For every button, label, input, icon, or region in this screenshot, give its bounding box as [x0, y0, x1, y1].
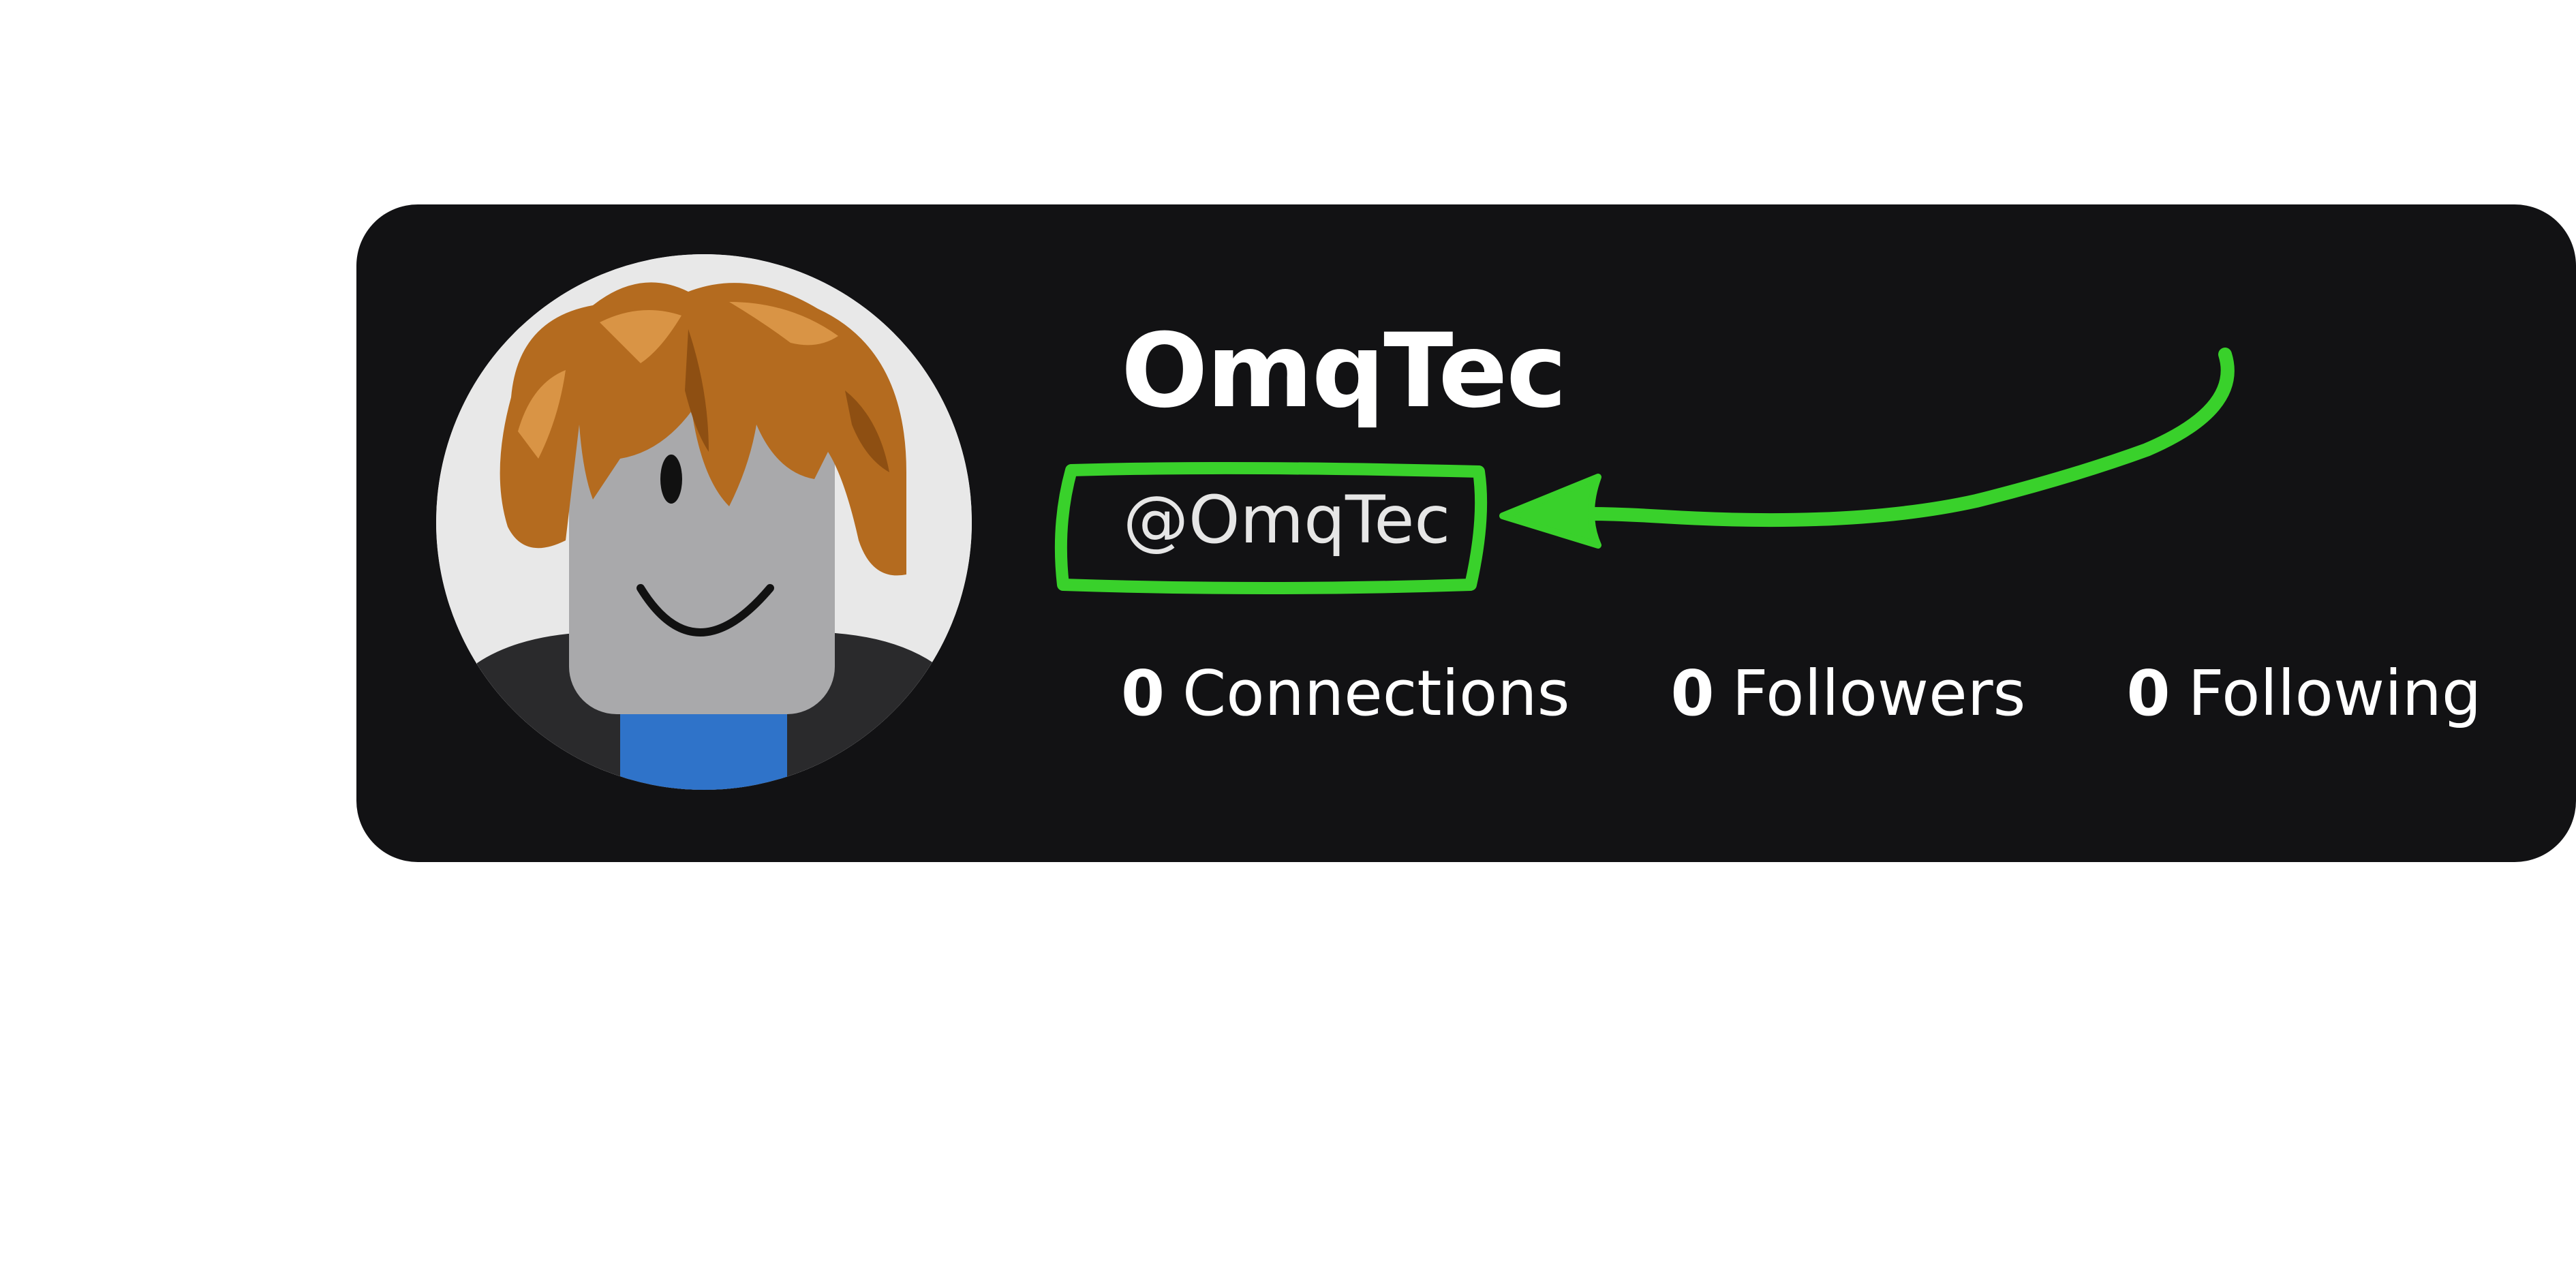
following-label: Following [2188, 656, 2482, 730]
connections-count: 0 [1121, 656, 1165, 730]
display-name: OmqTec [1121, 312, 1567, 431]
connections-label: Connections [1182, 656, 1570, 730]
followers-label: Followers [1732, 656, 2026, 730]
followers-count: 0 [1670, 656, 1715, 730]
username-handle[interactable]: @OmqTec [1123, 487, 1450, 553]
connections-stat[interactable]: 0 Connections [1121, 657, 1570, 730]
following-count: 0 [2126, 656, 2171, 730]
screenshot-stage: OmqTec @OmqTec 0 Connections 0 Followers… [0, 0, 2576, 1288]
roblox-avatar-icon [436, 254, 972, 790]
followers-stat[interactable]: 0 Followers [1671, 657, 2026, 730]
avatar[interactable] [436, 254, 972, 790]
profile-stats: 0 Connections 0 Followers 0 Following [1121, 656, 2481, 731]
following-stat[interactable]: 0 Following [2126, 657, 2481, 730]
